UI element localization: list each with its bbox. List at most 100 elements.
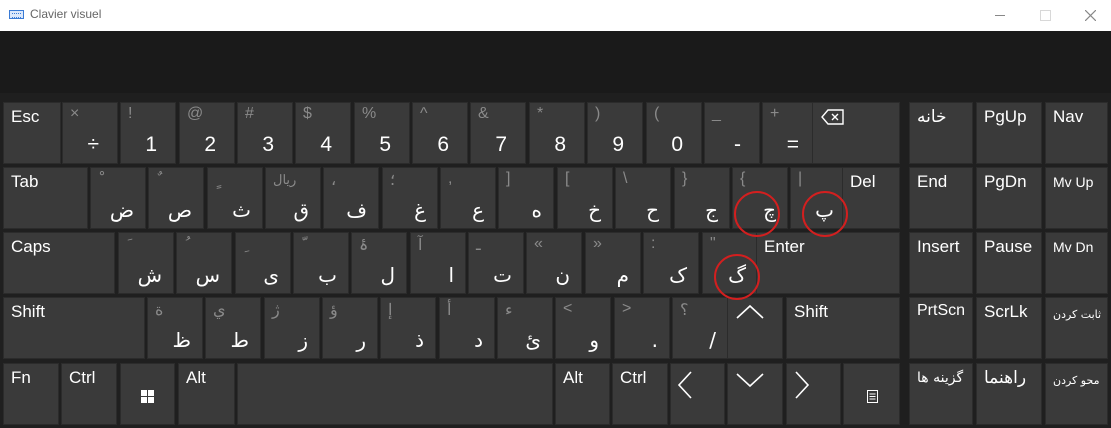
row4-char-key[interactable]: ءئ [497, 297, 553, 359]
options-label: گزینه ها [917, 370, 964, 386]
keyboard-top-area [0, 31, 1111, 93]
context-menu-key[interactable] [843, 363, 900, 425]
row1-char-key[interactable]: % 5 [354, 102, 410, 164]
row3-char-key[interactable]: ـت [468, 232, 524, 294]
home-key[interactable]: خانه [909, 102, 973, 164]
row2-char-key[interactable]: {چ [732, 167, 788, 229]
row3-char-key[interactable]: ُس [176, 232, 232, 294]
row3-char-key[interactable]: «ن [526, 232, 582, 294]
pgdn-key[interactable]: PgDn [976, 167, 1042, 229]
move-up-key[interactable]: Mv Up [1045, 167, 1108, 229]
row3-char-key[interactable]: آا [410, 232, 466, 294]
ctrl-left-key[interactable]: Ctrl [61, 363, 117, 425]
row2-char-key[interactable]: ْض [90, 167, 146, 229]
row1-char-key[interactable]: & 7 [470, 102, 526, 164]
del-label: Del [850, 172, 876, 191]
row3-char-key[interactable]: َش [118, 232, 174, 294]
enter-key[interactable]: Enter [756, 232, 900, 294]
row2-char-key[interactable]: | پ [790, 167, 846, 229]
row4-char-key[interactable]: يط [205, 297, 261, 359]
row3-char-key[interactable]: ّب [293, 232, 349, 294]
pgup-key[interactable]: PgUp [976, 102, 1042, 164]
nav-key[interactable]: Nav [1045, 102, 1108, 164]
row2-char-key[interactable]: \ ح [615, 167, 671, 229]
base-char-label: 5 [379, 133, 391, 156]
end-label: End [917, 172, 948, 191]
insert-key[interactable]: Insert [909, 232, 973, 294]
esc-key[interactable]: Esc [3, 102, 61, 164]
space-key[interactable] [237, 363, 553, 425]
row1-char-key[interactable]: ) 9 [587, 102, 643, 164]
row1-char-key[interactable]: + = [762, 102, 818, 164]
scrlk-key[interactable]: ScrLk [976, 297, 1042, 359]
down-arrow-key[interactable] [727, 363, 783, 425]
close-button[interactable] [1067, 0, 1111, 31]
shift-char-label: ة [155, 302, 164, 319]
backspace-key[interactable] [812, 102, 900, 164]
fade-key[interactable]: محو کردن [1045, 363, 1108, 425]
ctrl-right-key[interactable]: Ctrl [612, 363, 668, 425]
end-key[interactable]: End [909, 167, 973, 229]
row2-char-key[interactable]: ریال ق [265, 167, 321, 229]
shift-char-label: $ [303, 105, 312, 122]
prtscn-label: PrtScn [917, 302, 966, 319]
alt-right-key[interactable]: Alt [555, 363, 610, 425]
row2-char-key[interactable]: ,ع [440, 167, 496, 229]
row2-char-key[interactable]: ، ف [323, 167, 379, 229]
row2-char-key[interactable]: ] ه [498, 167, 554, 229]
row1-char-key[interactable]: $4 [295, 102, 351, 164]
row2-char-key[interactable]: ٌص [148, 167, 204, 229]
row3-char-key[interactable]: ۀل [351, 232, 407, 294]
shift-right-label: Shift [794, 302, 829, 321]
left-arrow-key[interactable] [670, 363, 725, 425]
row3-char-key[interactable]: " گ [702, 232, 758, 294]
base-char-label: ف [346, 198, 367, 222]
del-key[interactable]: Del [842, 167, 900, 229]
shift-right-key[interactable]: Shift [786, 297, 900, 359]
prtscn-key[interactable]: PrtScn [909, 297, 973, 359]
help-key[interactable]: راهنما [976, 363, 1042, 425]
maximize-button[interactable] [1022, 0, 1068, 31]
shift-char-label: ؟ [680, 302, 689, 319]
dock-key[interactable]: ثابت کردن [1045, 297, 1108, 359]
right-arrow-key[interactable] [786, 363, 841, 425]
row1-char-key[interactable]: #3 [237, 102, 293, 164]
caps-key[interactable]: Caps [3, 232, 115, 294]
row4-char-key[interactable]: ةظ [147, 297, 203, 359]
row1-char-key[interactable]: @2 [179, 102, 235, 164]
row3-char-key[interactable]: :ک [643, 232, 699, 294]
row2-char-key[interactable]: ؛ غ [382, 167, 438, 229]
row2-char-key[interactable]: [خ [557, 167, 613, 229]
row2-char-key[interactable]: ٍث [207, 167, 263, 229]
pause-key[interactable]: Pause [976, 232, 1042, 294]
row3-char-key[interactable]: ِی [235, 232, 291, 294]
row1-char-key[interactable]: ! 1 [120, 102, 176, 164]
windows-key[interactable] [120, 363, 175, 425]
row4-char-key[interactable]: إذ [380, 297, 436, 359]
row1-char-key[interactable]: (0 [646, 102, 702, 164]
shift-char-label: ] [506, 170, 511, 187]
options-key[interactable]: گزینه ها [909, 363, 973, 425]
row2-char-key[interactable]: } ج [674, 167, 730, 229]
row1-char-key[interactable]: ^ 6 [412, 102, 468, 164]
row4-char-key[interactable]: ؤر [322, 297, 378, 359]
row4-char-key[interactable]: < و [555, 297, 611, 359]
row1-char-key[interactable]: _ - [704, 102, 760, 164]
tab-key[interactable]: Tab [3, 167, 88, 229]
base-char-label: پ [815, 198, 834, 222]
row1-char-key[interactable]: × ÷ [62, 102, 118, 164]
move-down-key[interactable]: Mv Dn [1045, 232, 1108, 294]
up-arrow-key[interactable] [727, 297, 783, 359]
shift-char-label: ء [505, 302, 513, 319]
shift-left-key[interactable]: Shift [3, 297, 145, 359]
row1-char-key[interactable]: * 8 [529, 102, 585, 164]
row4-char-key[interactable]: ژز [264, 297, 320, 359]
row3-char-key[interactable]: » م [585, 232, 641, 294]
row4-char-key[interactable]: أد [439, 297, 495, 359]
row4-char-key[interactable]: >. [614, 297, 670, 359]
fn-key[interactable]: Fn [3, 363, 59, 425]
alt-left-key[interactable]: Alt [178, 363, 235, 425]
help-label: راهنما [984, 368, 1027, 388]
minimize-button[interactable] [977, 0, 1023, 31]
row4-char-key[interactable]: ؟ / [672, 297, 728, 359]
